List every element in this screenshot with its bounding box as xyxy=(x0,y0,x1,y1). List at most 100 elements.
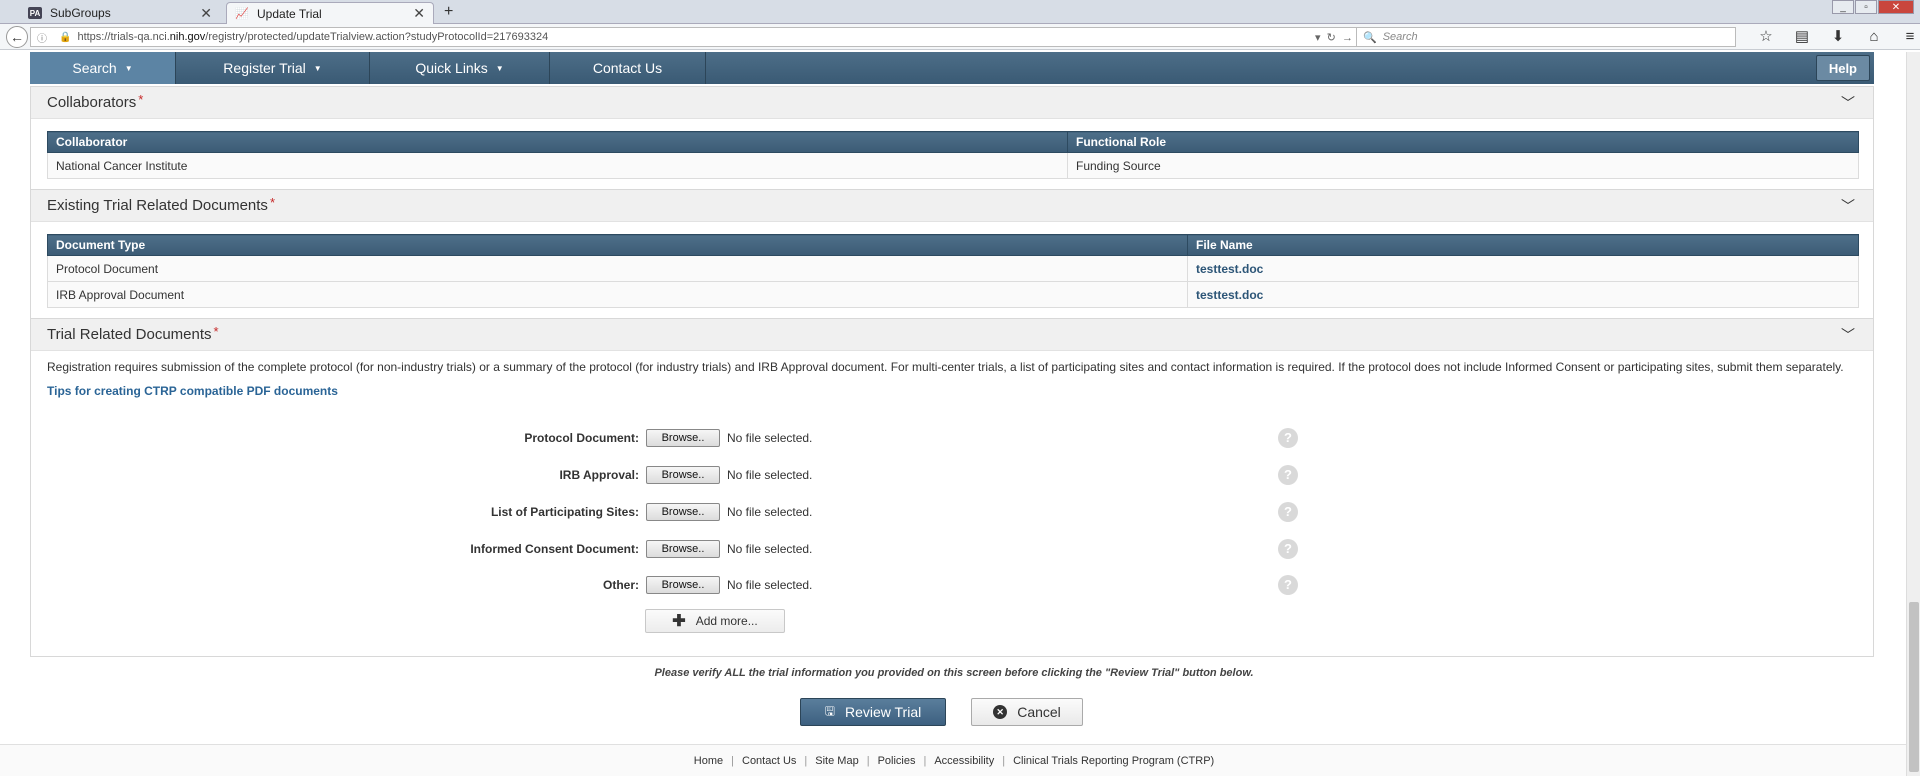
help-question-icon[interactable]: ? xyxy=(1278,465,1298,485)
table-row: National Cancer Institute Funding Source xyxy=(47,152,1859,179)
tab-title: SubGroups xyxy=(50,6,111,20)
add-more-label: Add more... xyxy=(695,614,758,628)
help-question-icon[interactable]: ? xyxy=(1278,502,1298,522)
column-header: Collaborator xyxy=(47,131,1068,153)
save-icon: 🖫 xyxy=(824,703,835,718)
lock-icon: 🔒 xyxy=(59,31,72,43)
browse-button[interactable]: Browse.. xyxy=(646,540,720,558)
info-icon[interactable]: ⓘ xyxy=(37,30,47,45)
browse-button[interactable]: Browse.. xyxy=(646,503,720,521)
file-status: No file selected. xyxy=(727,542,813,556)
menu-icon[interactable]: ≡ xyxy=(1892,26,1920,48)
browser-tab-update-trial[interactable]: 📈 Update Trial ✕ xyxy=(226,2,434,24)
trial-documents-header[interactable]: Trial Related Documents * ﹀ xyxy=(31,319,1873,351)
nav-register-trial[interactable]: Register Trial ▼ xyxy=(176,52,370,84)
download-icon[interactable]: ⬇ xyxy=(1820,26,1856,48)
browse-button[interactable]: Browse.. xyxy=(646,466,720,484)
separator: | xyxy=(1002,754,1006,767)
table-row: Protocol Document testtest.doc xyxy=(47,255,1859,282)
footer-link-home[interactable]: Home xyxy=(694,755,723,767)
review-trial-label: Review Trial xyxy=(844,704,922,720)
add-more-button[interactable]: ✚ Add more... xyxy=(645,609,785,633)
nav-contact-us[interactable]: Contact Us xyxy=(550,52,706,84)
table-cell: IRB Approval Document xyxy=(47,281,1188,308)
collaborators-table: Collaborator Functional Role National Ca… xyxy=(47,131,1859,179)
page-scrollbar[interactable] xyxy=(1906,52,1920,776)
new-tab-icon[interactable]: + xyxy=(444,3,453,21)
main-navigation: Search ▼ Register Trial ▼ Quick Links ▼ Con… xyxy=(30,52,1874,84)
help-question-icon[interactable]: ? xyxy=(1278,539,1298,559)
section-title: Collaborators xyxy=(47,94,137,111)
window-close-icon[interactable]: ✕ xyxy=(1878,0,1914,14)
verify-notice: Please verify ALL the trial information … xyxy=(654,667,1254,679)
back-arrow-icon[interactable]: ← xyxy=(6,26,28,48)
home-icon[interactable]: ⌂ xyxy=(1856,26,1892,48)
footer-link-ctrp[interactable]: Clinical Trials Reporting Program (CTRP) xyxy=(1013,755,1214,767)
file-link[interactable]: testtest.doc xyxy=(1187,281,1859,308)
footer-link-sitemap[interactable]: Site Map xyxy=(815,755,858,767)
review-trial-button[interactable]: 🖫 Review Trial xyxy=(800,698,946,726)
separator: | xyxy=(731,754,734,767)
column-header: Functional Role xyxy=(1067,131,1859,153)
field-label: Informed Consent Document: xyxy=(470,542,639,556)
browser-tab-subgroups[interactable]: PA SubGroups ✕ xyxy=(20,2,220,24)
separator: | xyxy=(923,754,927,767)
registration-instructions: Registration requires submission of the … xyxy=(47,360,1844,374)
chevron-down-icon[interactable]: ﹀ xyxy=(1841,325,1855,345)
separator: | xyxy=(804,754,808,767)
footer-link-accessibility[interactable]: Accessibility xyxy=(934,755,994,767)
upload-row-irb: IRB Approval: Browse.. No file selected.… xyxy=(31,463,1873,487)
close-icon[interactable]: ✕ xyxy=(200,5,212,22)
chevron-down-icon: ▼ xyxy=(313,63,322,73)
nav-label: Contact Us xyxy=(592,60,663,76)
chevron-down-icon[interactable]: ﹀ xyxy=(1841,196,1855,216)
footer-link-contact[interactable]: Contact Us xyxy=(742,755,796,767)
collaborators-header[interactable]: Collaborators * ﹀ xyxy=(31,87,1873,119)
column-header: Document Type xyxy=(47,234,1188,256)
chevron-down-icon: ▼ xyxy=(495,63,504,73)
browser-navbar: ← ⓘ 🔒 https://trials-qa.nci.nih.gov/regi… xyxy=(0,24,1920,50)
table-cell: Funding Source xyxy=(1067,152,1859,179)
nav-quick-links[interactable]: Quick Links ▼ xyxy=(370,52,550,84)
chevron-down-icon: ▼ xyxy=(124,63,133,73)
cancel-label: Cancel xyxy=(1017,704,1061,720)
help-button[interactable]: Help xyxy=(1815,55,1870,81)
nav-label: Register Trial xyxy=(223,60,306,76)
tips-link[interactable]: Tips for creating CTRP compatible PDF do… xyxy=(47,384,1857,398)
browse-button[interactable]: Browse.. xyxy=(646,429,720,447)
plus-icon: ✚ xyxy=(672,613,686,630)
help-question-icon[interactable]: ? xyxy=(1278,428,1298,448)
close-icon[interactable]: ✕ xyxy=(413,5,425,22)
chevron-down-icon[interactable]: ﹀ xyxy=(1841,93,1855,113)
column-header: File Name xyxy=(1187,234,1859,256)
browse-button[interactable]: Browse.. xyxy=(646,576,720,594)
file-link[interactable]: testtest.doc xyxy=(1187,255,1859,282)
tab-favicon: 📈 xyxy=(235,8,249,20)
cancel-button[interactable]: ✕ Cancel xyxy=(971,698,1083,726)
existing-documents-header[interactable]: Existing Trial Related Documents * ﹀ xyxy=(31,190,1873,222)
nav-search[interactable]: Search ▼ xyxy=(30,52,176,84)
footer-link-policies[interactable]: Policies xyxy=(878,755,916,767)
scrollbar-thumb[interactable] xyxy=(1909,602,1919,772)
browser-tabbar: PA SubGroups ✕ 📈 Update Trial ✕ + _ ▫ ✕ xyxy=(0,0,1920,24)
field-label: IRB Approval: xyxy=(559,468,639,482)
collaborators-panel: Collaborators * ﹀ Collaborator Functional… xyxy=(30,86,1874,192)
required-marker: * xyxy=(269,195,275,210)
trial-documents-panel: Trial Related Documents * ﹀ Registration… xyxy=(30,318,1874,657)
address-bar[interactable]: ⓘ 🔒 https://trials-qa.nci.nih.gov/regist… xyxy=(30,27,1360,47)
file-status: No file selected. xyxy=(727,578,813,592)
file-status: No file selected. xyxy=(727,431,813,445)
reload-icon[interactable]: ▾ ↻ → xyxy=(1315,31,1353,44)
clipboard-icon[interactable]: ▤ xyxy=(1784,26,1820,48)
help-question-icon[interactable]: ? xyxy=(1278,575,1298,595)
table-cell: National Cancer Institute xyxy=(47,152,1068,179)
window-controls: _ ▫ ✕ xyxy=(1831,0,1914,14)
browser-search-input[interactable]: 🔍 Search xyxy=(1356,27,1736,47)
maximize-icon[interactable]: ▫ xyxy=(1855,0,1877,14)
minimize-icon[interactable]: _ xyxy=(1832,0,1854,14)
field-label: List of Participating Sites: xyxy=(490,505,639,519)
table-row: IRB Approval Document testtest.doc xyxy=(47,281,1859,308)
existing-documents-panel: Existing Trial Related Documents * ﹀ Docu… xyxy=(30,189,1874,321)
upload-row-consent: Informed Consent Document: Browse.. No f… xyxy=(31,537,1873,561)
bookmark-star-icon[interactable]: ☆ xyxy=(1748,26,1784,48)
